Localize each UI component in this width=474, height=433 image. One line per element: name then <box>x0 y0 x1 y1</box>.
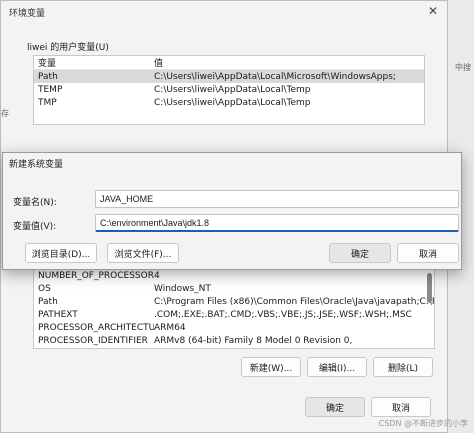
variable-name: OS <box>38 283 51 294</box>
list-header: 变量 值 <box>34 56 424 70</box>
table-row[interactable]: PATHEXT .COM;.EXE;.BAT;.CMD;.VBS;.VBE;.J… <box>34 308 434 321</box>
new-variable-button[interactable]: 新建(W)... <box>241 357 301 377</box>
table-row[interactable]: PROCESSOR_IDENTIFIER ARMv8 (64-bit) Fami… <box>34 334 434 347</box>
variable-name: TMP <box>38 97 57 108</box>
left-edge-text: 存 <box>1 109 9 118</box>
dialog-cancel-button[interactable]: 取消 <box>397 243 459 263</box>
variable-name: Path <box>38 296 58 307</box>
variable-name: PROCESSOR_ARCHITECTU... <box>38 322 154 333</box>
variable-name: Path <box>38 71 58 82</box>
variable-name: PROCESSOR_IDENTIFIER <box>38 335 148 346</box>
new-system-variable-dialog: 新建系统变量 变量名(N): JAVA_HOME 变量值(V): C:\envi… <box>2 152 462 270</box>
table-row[interactable]: Path C:\Program Files (x86)\Common Files… <box>34 295 434 308</box>
variable-name: NUMBER_OF_PROCESSORS <box>38 270 154 281</box>
variable-value: ARM64 <box>154 322 186 333</box>
watermark: CSDN @不断进步的小李 <box>378 419 468 428</box>
close-icon[interactable]: ✕ <box>425 3 441 19</box>
system-vars-list[interactable]: NUMBER_OF_PROCESSORS 4 OS Windows_NT Pat… <box>33 269 435 349</box>
right-edge-text: 中搜 <box>455 63 471 72</box>
browse-file-button[interactable]: 浏览文件(F)... <box>107 243 179 263</box>
user-vars-group-label: liwei 的用户变量(U) <box>27 43 109 53</box>
user-vars-list[interactable]: 变量 值 Path C:\Users\liwei\AppData\Local\M… <box>33 55 425 125</box>
cancel-button[interactable]: 取消 <box>371 397 431 417</box>
dialog-title: 新建系统变量 <box>9 159 64 170</box>
variable-value: 4 <box>154 270 160 281</box>
variable-value: ARMv8 (64-bit) Family 8 Model 0 Revision… <box>154 335 353 346</box>
window-title: 环境变量 <box>9 8 46 19</box>
table-row[interactable]: OS Windows_NT <box>34 282 434 295</box>
variable-name: TEMP <box>38 84 63 95</box>
table-row[interactable]: PROCESSOR_ARCHITECTU... ARM64 <box>34 321 434 334</box>
variable-value: C:\Users\liwei\AppData\Local\Microsoft\W… <box>154 71 396 82</box>
variable-name-label: 变量名(N): <box>13 198 57 208</box>
variable-value: .COM;.EXE;.BAT;.CMD;.VBS;.VBE;.JS;.JSE;.… <box>154 309 412 320</box>
variable-name-field[interactable]: JAVA_HOME <box>95 190 459 208</box>
column-header-variable[interactable]: 变量 <box>34 56 154 69</box>
dialog-titlebar: 新建系统变量 <box>3 153 461 173</box>
table-row[interactable]: TEMP C:\Users\liwei\AppData\Local\Temp <box>34 83 424 96</box>
dialog-ok-button[interactable]: 确定 <box>329 243 391 263</box>
table-row[interactable]: TMP C:\Users\liwei\AppData\Local\Temp <box>34 96 424 109</box>
column-header-value[interactable]: 值 <box>154 56 424 69</box>
table-row[interactable]: NUMBER_OF_PROCESSORS 4 <box>34 269 434 282</box>
variable-value: Windows_NT <box>154 283 211 294</box>
vertical-scrollbar[interactable] <box>427 273 432 303</box>
ok-button[interactable]: 确定 <box>305 397 365 417</box>
delete-variable-button[interactable]: 删除(L) <box>373 357 433 377</box>
variable-value: C:\Program Files (x86)\Common Files\Orac… <box>154 296 434 307</box>
variable-value-field[interactable]: C:\environment\Java\jdk1.8 <box>95 214 459 232</box>
variable-name: PATHEXT <box>38 309 78 320</box>
table-row[interactable]: Path C:\Users\liwei\AppData\Local\Micros… <box>34 70 424 83</box>
window-titlebar: 环境变量 <box>1 1 447 23</box>
browse-directory-button[interactable]: 浏览目录(D)... <box>25 243 97 263</box>
variable-value: C:\Users\liwei\AppData\Local\Temp <box>154 97 311 108</box>
edit-variable-button[interactable]: 编辑(I)... <box>307 357 367 377</box>
variable-value-label: 变量值(V): <box>13 222 57 232</box>
variable-value: C:\Users\liwei\AppData\Local\Temp <box>154 84 311 95</box>
